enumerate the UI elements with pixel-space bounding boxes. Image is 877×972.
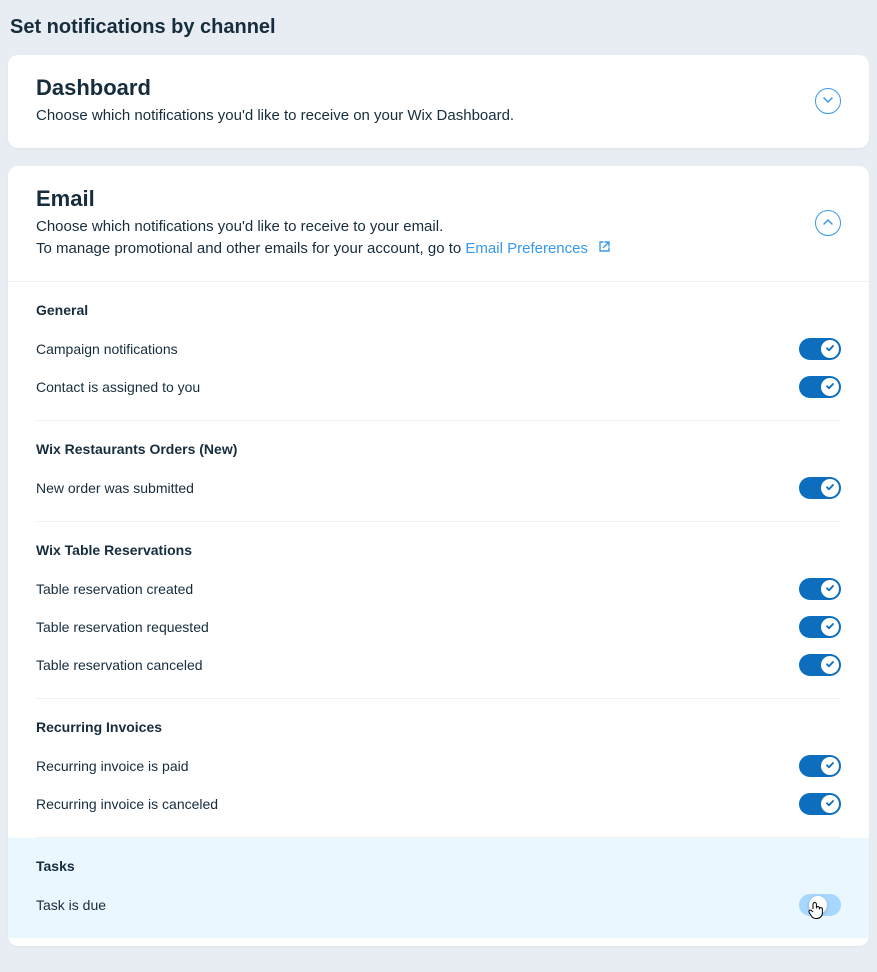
section-title: General (36, 302, 841, 318)
toggle-knob (821, 656, 839, 674)
section-title: Wix Restaurants Orders (New) (36, 441, 841, 457)
check-icon (825, 378, 835, 396)
setting-label: Task is due (36, 897, 106, 913)
toggle-knob (821, 580, 839, 598)
toggle-knob (821, 795, 839, 813)
section: General Campaign notifications Contact is … (36, 282, 841, 421)
email-preferences-link[interactable]: Email Preferences (465, 240, 588, 257)
check-icon (825, 479, 835, 497)
setting-row: Recurring invoice is canceled (36, 785, 841, 823)
check-icon (825, 618, 835, 636)
check-icon (825, 340, 835, 358)
setting-row: Table reservation canceled (36, 646, 841, 684)
setting-row: Table reservation created (36, 570, 841, 608)
page-title: Set notifications by channel (10, 16, 869, 39)
email-card-title: Email (36, 186, 815, 212)
email-desc-line1: Choose which notifications you'd like to… (36, 218, 443, 235)
setting-row: New order was submitted (36, 469, 841, 507)
email-card: Email Choose which notifications you'd l… (8, 166, 869, 946)
setting-label: New order was submitted (36, 480, 194, 496)
setting-label: Table reservation created (36, 581, 193, 597)
section: Wix Restaurants Orders (New) New order wa… (36, 421, 841, 522)
setting-row: Recurring invoice is paid (36, 747, 841, 785)
dashboard-card-desc: Choose which notifications you'd like to… (36, 105, 815, 128)
check-icon (825, 656, 835, 674)
email-sections: General Campaign notifications Contact is … (8, 282, 869, 946)
setting-row: Table reservation requested (36, 608, 841, 646)
section-title: Wix Table Reservations (36, 542, 841, 558)
toggle[interactable] (799, 338, 841, 360)
email-card-desc: Choose which notifications you'd like to… (36, 216, 815, 261)
setting-label: Campaign notifications (36, 341, 178, 357)
toggle[interactable] (799, 654, 841, 676)
toggle-knob (821, 340, 839, 358)
toggle[interactable] (799, 755, 841, 777)
setting-label: Contact is assigned to you (36, 379, 200, 395)
email-card-header[interactable]: Email Choose which notifications you'd l… (8, 166, 869, 281)
toggle[interactable] (799, 376, 841, 398)
setting-label: Table reservation requested (36, 619, 209, 635)
toggle-knob (821, 479, 839, 497)
toggle[interactable] (799, 477, 841, 499)
section: Wix Table Reservations Table reservation … (36, 522, 841, 699)
section: Recurring Invoices Recurring invoice is p… (36, 699, 841, 838)
dashboard-card-header[interactable]: Dashboard Choose which notifications you… (8, 55, 869, 148)
setting-row: Task is due (36, 886, 841, 924)
check-icon (825, 580, 835, 598)
toggle[interactable] (799, 616, 841, 638)
toggle[interactable] (799, 793, 841, 815)
expand-dashboard-button[interactable] (815, 88, 841, 114)
setting-label: Recurring invoice is paid (36, 758, 189, 774)
dashboard-card-title: Dashboard (36, 75, 815, 101)
toggle-knob (821, 757, 839, 775)
setting-row: Campaign notifications (36, 330, 841, 368)
check-icon (825, 795, 835, 813)
setting-label: Table reservation canceled (36, 657, 203, 673)
toggle-knob (809, 896, 827, 914)
section: Tasks Task is due (8, 838, 869, 938)
email-desc-line2-prefix: To manage promotional and other emails f… (36, 240, 465, 257)
collapse-email-button[interactable] (815, 210, 841, 236)
chevron-down-icon (823, 92, 833, 110)
section-title: Recurring Invoices (36, 719, 841, 735)
toggle[interactable] (799, 894, 841, 916)
toggle-knob (821, 618, 839, 636)
check-icon (825, 757, 835, 775)
section-title: Tasks (36, 858, 841, 874)
external-link-icon (598, 238, 611, 261)
toggle[interactable] (799, 578, 841, 600)
dashboard-card: Dashboard Choose which notifications you… (8, 55, 869, 148)
setting-label: Recurring invoice is canceled (36, 796, 218, 812)
toggle-knob (821, 378, 839, 396)
chevron-up-icon (823, 214, 833, 232)
setting-row: Contact is assigned to you (36, 368, 841, 406)
